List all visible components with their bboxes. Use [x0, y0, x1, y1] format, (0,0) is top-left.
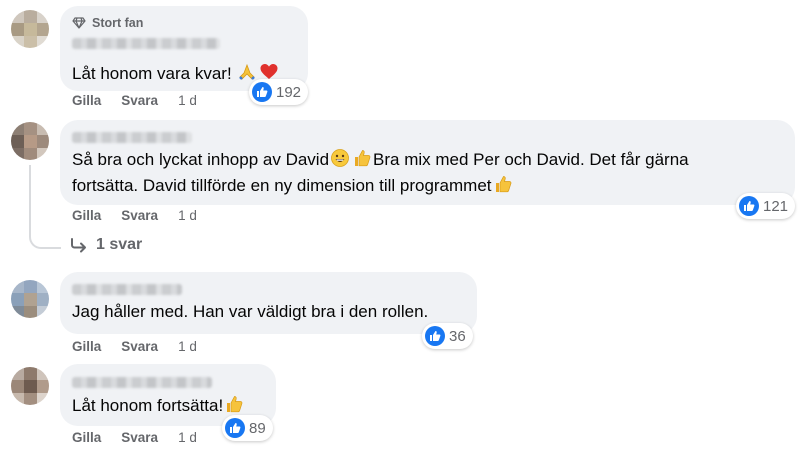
comment-actions: Gilla Svara 1 d — [72, 208, 197, 223]
badge-label: Stort fan — [92, 16, 144, 30]
comment-text: Jag håller med. Han var väldigt bra i de… — [72, 302, 429, 321]
reaction-count-value: 121 — [763, 197, 789, 215]
like-button[interactable]: Gilla — [72, 93, 101, 108]
author-name[interactable] — [72, 284, 182, 295]
timestamp[interactable]: 1 d — [178, 339, 197, 354]
comment-actions: Gilla Svara 1 d — [72, 430, 197, 445]
view-replies-button[interactable]: 1 svar — [70, 236, 142, 254]
avatar[interactable] — [11, 367, 49, 405]
comment-bubble: Så bra och lyckat inhopp av David Bra mi… — [60, 120, 795, 205]
reply-button[interactable]: Svara — [121, 208, 158, 223]
thread-line — [29, 165, 61, 249]
comment-text: Låt honom fortsätta! — [72, 393, 245, 422]
avatar[interactable] — [11, 10, 49, 48]
thumbs-up-emoji-icon — [352, 148, 372, 176]
like-reaction-icon — [225, 418, 245, 438]
reaction-count[interactable]: 89 — [222, 415, 273, 441]
reaction-count[interactable]: 192 — [249, 79, 309, 105]
reply-button[interactable]: Svara — [121, 430, 158, 445]
replies-label: 1 svar — [96, 236, 143, 253]
author-name[interactable] — [72, 132, 192, 143]
like-button[interactable]: Gilla — [72, 430, 101, 445]
like-button[interactable]: Gilla — [72, 208, 101, 223]
avatar[interactable] — [11, 280, 49, 318]
thumbs-up-emoji-icon — [493, 174, 513, 202]
author-name[interactable] — [72, 377, 212, 388]
grinning-emoji-icon — [330, 148, 350, 176]
comment-actions: Gilla Svara 1 d — [72, 339, 197, 354]
comment-actions: Gilla Svara 1 d — [72, 93, 197, 108]
timestamp[interactable]: 1 d — [178, 93, 197, 108]
reaction-count[interactable]: 121 — [736, 193, 796, 219]
reaction-count-value: 36 — [449, 327, 466, 345]
like-button[interactable]: Gilla — [72, 339, 101, 354]
comment-text: Så bra och lyckat inhopp av David Bra mi… — [72, 147, 689, 176]
top-fan-badge: Stort fan — [72, 16, 143, 30]
like-reaction-icon — [739, 196, 759, 216]
author-name[interactable] — [72, 38, 220, 49]
timestamp[interactable]: 1 d — [178, 208, 197, 223]
avatar[interactable] — [11, 122, 49, 160]
reply-arrow-icon — [71, 238, 86, 253]
comment-bubble: Jag håller med. Han var väldigt bra i de… — [60, 272, 477, 334]
reaction-count-value: 192 — [276, 83, 302, 101]
comment-text-line-2: fortsätta. David tillförde en ny dimensi… — [72, 173, 514, 202]
reaction-count[interactable]: 36 — [422, 323, 473, 349]
timestamp[interactable]: 1 d — [178, 430, 197, 445]
reply-button[interactable]: Svara — [121, 339, 158, 354]
reply-button[interactable]: Svara — [121, 93, 158, 108]
reaction-count-value: 89 — [249, 419, 266, 437]
like-reaction-icon — [425, 326, 445, 346]
diamond-icon — [72, 17, 86, 29]
like-reaction-icon — [252, 82, 272, 102]
